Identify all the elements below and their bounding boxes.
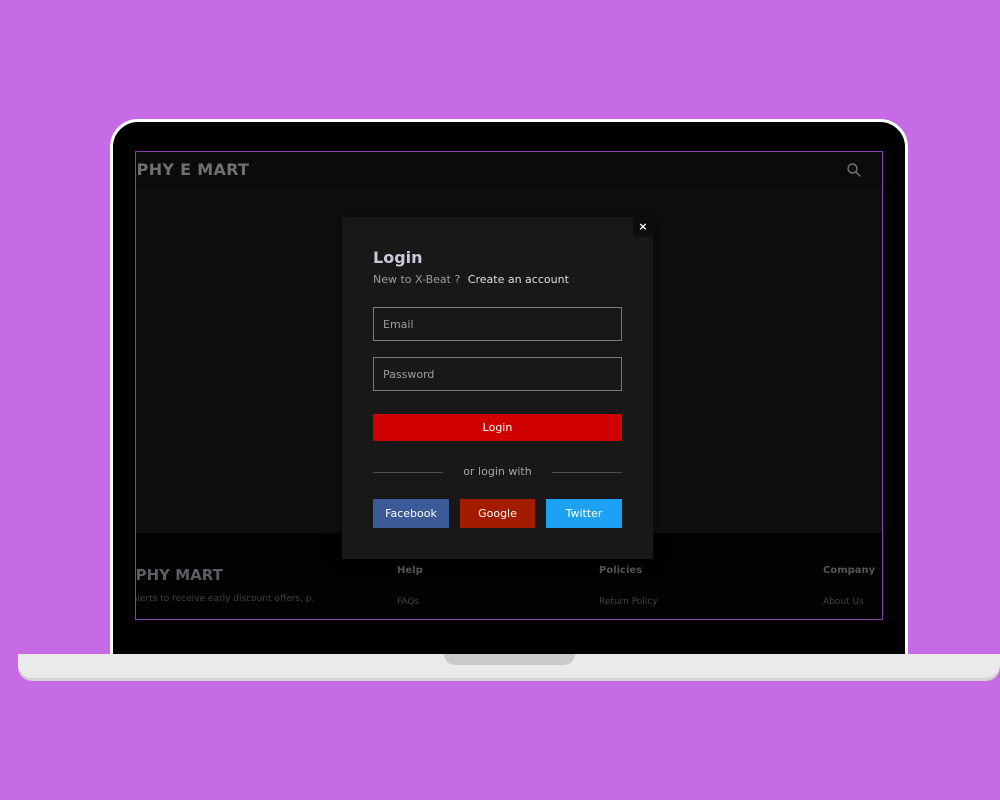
facebook-login-button[interactable]: Facebook bbox=[373, 499, 449, 528]
login-modal: × Login New to X-Beat ? Create an accoun… bbox=[342, 217, 653, 559]
footer-brand: APHY MART bbox=[136, 566, 223, 584]
footer-heading-policies: Policies bbox=[599, 565, 643, 576]
create-account-link[interactable]: Create an account bbox=[468, 273, 569, 286]
close-icon[interactable]: × bbox=[633, 217, 653, 237]
footer-link-return-policy[interactable]: Return Policy bbox=[599, 597, 658, 607]
site-brand[interactable]: APHY E MART bbox=[136, 160, 249, 179]
google-login-button[interactable]: Google bbox=[460, 499, 535, 528]
password-field[interactable] bbox=[373, 357, 622, 391]
signup-line: New to X-Beat ? Create an account bbox=[373, 273, 569, 286]
site-header: APHY E MART bbox=[136, 152, 882, 188]
footer-heading-help: Help bbox=[397, 565, 423, 576]
signup-prompt: New to X-Beat ? bbox=[373, 273, 461, 286]
footer-link-faqs[interactable]: FAQs bbox=[397, 597, 419, 607]
email-field[interactable] bbox=[373, 307, 622, 341]
laptop-notch bbox=[444, 654, 575, 665]
twitter-login-button[interactable]: Twitter bbox=[546, 499, 622, 528]
divider-text: or login with bbox=[463, 465, 532, 478]
search-icon[interactable] bbox=[846, 162, 862, 178]
login-button[interactable]: Login bbox=[373, 414, 622, 441]
footer-heading-company: Company bbox=[823, 565, 876, 576]
divider-line-left bbox=[373, 472, 443, 473]
divider-line-right bbox=[552, 472, 622, 473]
footer-tagline: il alerts to receive early discount offe… bbox=[136, 594, 315, 604]
footer-link-about-us[interactable]: About Us bbox=[823, 597, 864, 607]
modal-title: Login bbox=[373, 248, 423, 267]
